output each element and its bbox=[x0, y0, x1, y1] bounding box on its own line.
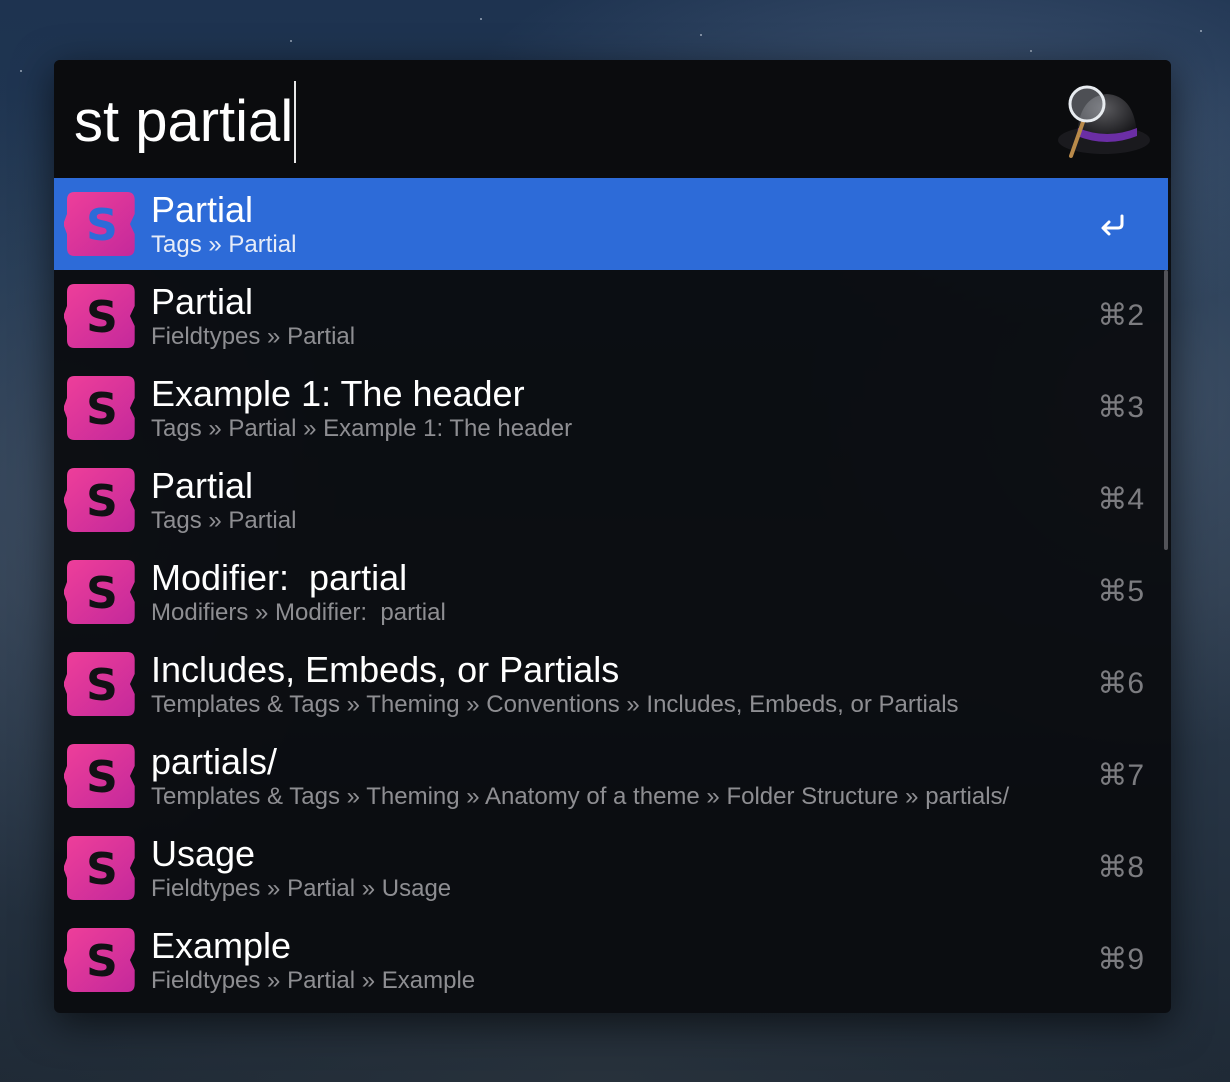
result-subtitle: Fieldtypes » Partial bbox=[151, 323, 356, 350]
result-shortcut: ⌘2 bbox=[1097, 299, 1144, 332]
result-shortcut: ⌘7 bbox=[1097, 759, 1144, 792]
statamic-s-icon: S bbox=[64, 284, 135, 348]
result-title: partials/ bbox=[151, 741, 278, 782]
result-subtitle: Modifiers » Modifier: partial bbox=[151, 599, 446, 626]
result-shortcut: ⌘8 bbox=[1097, 851, 1144, 884]
statamic-s-icon: S bbox=[64, 468, 135, 532]
result-title: Partial bbox=[151, 189, 254, 230]
result-title: Modifier: partial bbox=[151, 557, 408, 598]
result-row[interactable]: S Example Fieldtypes » Partial » Example… bbox=[54, 914, 1168, 1006]
statamic-s-icon: S bbox=[64, 560, 135, 624]
result-shortcut: ⌘3 bbox=[1097, 391, 1144, 424]
result-shortcut: ⌘9 bbox=[1097, 943, 1144, 976]
result-title: Includes, Embeds, or Partials bbox=[151, 649, 620, 690]
statamic-s-icon: S bbox=[64, 652, 135, 716]
result-title: Example 1: The header bbox=[151, 373, 525, 414]
result-subtitle: Templates & Tags » Theming » Anatomy of … bbox=[151, 783, 1010, 810]
result-title: Usage bbox=[151, 833, 256, 874]
result-shortcut: ⌘4 bbox=[1097, 483, 1144, 516]
result-subtitle: Tags » Partial bbox=[151, 507, 297, 534]
result-subtitle: Tags » Partial bbox=[151, 231, 297, 258]
return-icon bbox=[1101, 214, 1124, 236]
result-title: Example bbox=[151, 925, 292, 966]
search-query: st partial bbox=[74, 89, 294, 154]
alfred-hat-icon bbox=[1058, 85, 1150, 158]
result-row[interactable]: S Example 1: The header Tags » Partial »… bbox=[54, 362, 1168, 454]
statamic-s-icon: S bbox=[64, 928, 135, 992]
result-subtitle: Templates & Tags » Theming » Conventions… bbox=[151, 691, 959, 718]
result-title: Partial bbox=[151, 281, 254, 322]
scrollbar[interactable] bbox=[1164, 270, 1168, 550]
search-bar: st partial bbox=[54, 60, 1171, 178]
statamic-s-icon: S bbox=[64, 192, 135, 256]
svg-text:S: S bbox=[86, 752, 118, 803]
svg-text:S: S bbox=[86, 936, 118, 987]
result-shortcut: ⌘6 bbox=[1097, 667, 1144, 700]
search-input[interactable]: st partial bbox=[74, 80, 297, 163]
text-caret bbox=[294, 80, 297, 163]
result-shortcut: ⌘5 bbox=[1097, 575, 1144, 608]
statamic-s-icon: S bbox=[64, 744, 135, 808]
svg-text:S: S bbox=[86, 384, 118, 435]
result-row[interactable]: S Partial Tags » Partial ⌘4 bbox=[54, 454, 1168, 546]
result-subtitle: Fieldtypes » Partial » Usage bbox=[151, 875, 452, 902]
result-row[interactable]: S Modifier: partial Modifiers » Modifier… bbox=[54, 546, 1168, 638]
svg-text:S: S bbox=[86, 476, 118, 527]
statamic-s-icon: S bbox=[64, 376, 135, 440]
result-row[interactable]: S Partial Tags » Partial bbox=[54, 178, 1168, 270]
result-subtitle: Fieldtypes » Partial » Example bbox=[151, 967, 476, 994]
result-row[interactable]: S Partial Fieldtypes » Partial ⌘2 bbox=[54, 270, 1168, 362]
svg-text:S: S bbox=[86, 660, 118, 711]
svg-text:S: S bbox=[86, 568, 118, 619]
result-title: Partial bbox=[151, 465, 254, 506]
result-row[interactable]: S Includes, Embeds, or Partials Template… bbox=[54, 638, 1168, 730]
result-row[interactable]: S Usage Fieldtypes » Partial » Usage ⌘8 bbox=[54, 822, 1168, 914]
statamic-s-icon: S bbox=[64, 836, 135, 900]
svg-text:S: S bbox=[86, 844, 118, 895]
svg-text:S: S bbox=[86, 292, 118, 343]
results-list: S Partial Tags » Partial S Partial Field… bbox=[54, 178, 1168, 1006]
result-subtitle: Tags » Partial » Example 1: The header bbox=[151, 415, 573, 442]
result-row[interactable]: S partials/ Templates & Tags » Theming »… bbox=[54, 730, 1168, 822]
alfred-window: st partial S Partial Tags » Partial S Pa… bbox=[54, 60, 1171, 1013]
svg-text:S: S bbox=[86, 200, 118, 251]
